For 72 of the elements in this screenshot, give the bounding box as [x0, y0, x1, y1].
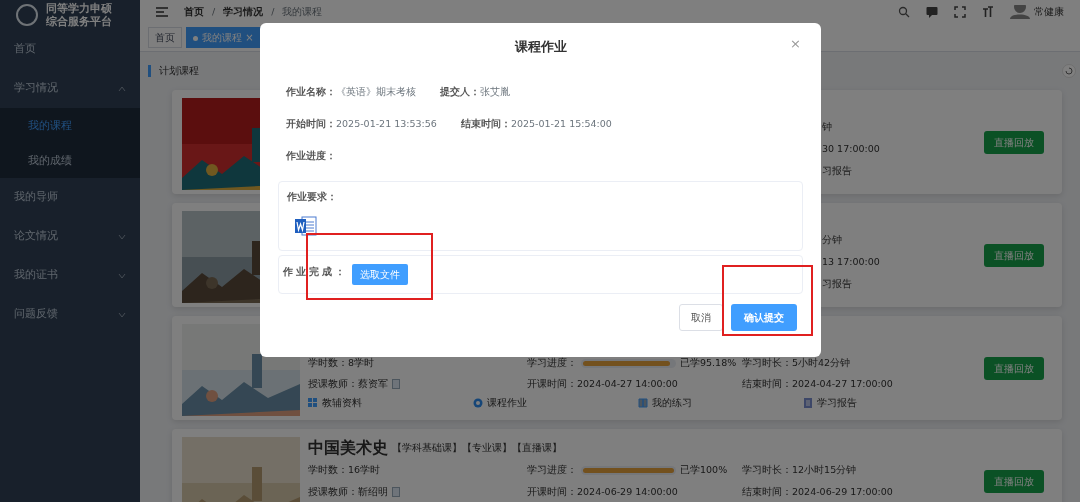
breadcrumb-item: 我的课程 [282, 4, 323, 19]
refresh-icon[interactable] [1062, 64, 1076, 78]
choose-file-button[interactable]: 选取文件 [352, 264, 408, 285]
breadcrumb-separator: / [212, 4, 216, 19]
book-icon[interactable] [638, 398, 648, 409]
search-icon[interactable] [898, 6, 910, 18]
fullscreen-icon[interactable] [954, 6, 966, 18]
replay-button[interactable]: 直播回放 [984, 130, 1044, 154]
field-value: 2025-01-21 15:54:00 [510, 117, 612, 131]
avatar-icon[interactable] [1010, 5, 1030, 19]
course-hours: 学时数：16学时 [308, 462, 382, 477]
course-title: 中国美术史 [308, 437, 388, 459]
course-info-text: 习报告 [822, 277, 853, 291]
start-time: 开课时间：2024-06-29 14:00:00 [527, 484, 679, 499]
course-tags: 【学科基础课】【专业课】【直播课】 [392, 440, 562, 456]
teacher-name: 授课教师：蔡资军 [308, 377, 388, 392]
field-label: 作业名称： [286, 85, 336, 99]
font-size-icon[interactable] [982, 6, 994, 18]
course-link[interactable]: 学习报告 [817, 396, 857, 411]
word-file-icon[interactable] [295, 216, 317, 237]
replay-button[interactable]: 直播回放 [984, 356, 1044, 380]
document-icon[interactable] [803, 398, 813, 409]
replay-button[interactable]: 直播回放 [984, 469, 1044, 493]
submit-button[interactable]: 确认提交 [731, 304, 797, 331]
progress-label: 学习进度： [527, 356, 577, 371]
requirement-label: 作业要求： [287, 190, 338, 204]
field-value: 《英语》期末考核 [336, 85, 416, 99]
submenu-item[interactable]: 我的成绩 [0, 143, 140, 178]
course-link[interactable]: 教辅资料 [322, 396, 362, 411]
grid-icon[interactable] [308, 398, 318, 409]
field-label: 结束时间： [460, 117, 511, 131]
circle-icon[interactable] [473, 398, 483, 409]
menu-icon[interactable] [156, 7, 168, 17]
start-time: 开课时间：2024-04-27 14:00:00 [527, 377, 679, 392]
field-label: 提交人： [440, 85, 480, 99]
breadcrumb-separator: / [271, 4, 275, 19]
menu-item[interactable]: 首页 [0, 30, 140, 69]
course-info-text: 习报告 [822, 164, 853, 178]
progress-label: 学习进度： [527, 462, 577, 477]
section-title: 计划课程 [159, 63, 199, 78]
brand-name: 同等学力申硕 综合服务平台 [46, 2, 112, 28]
end-time: 结束时间：2024-06-29 17:00:00 [742, 484, 894, 499]
study-duration: 学习时长：12小时15分钟 [742, 462, 858, 477]
dialog-title: 课程作业 [514, 38, 567, 56]
replay-button[interactable]: 直播回放 [984, 243, 1044, 267]
course-info-text: 分钟 [822, 233, 843, 247]
breadcrumb-link[interactable]: 学习情况 [223, 4, 264, 20]
message-icon[interactable] [926, 6, 938, 18]
course-info-text: 钟 [822, 120, 833, 134]
submenu-item[interactable]: 我的课程 [0, 108, 140, 143]
teacher-name: 授课教师：靳绍明 [308, 484, 388, 499]
course-link[interactable]: 我的练习 [652, 396, 692, 411]
course-link[interactable]: 课程作业 [487, 396, 527, 411]
field-label: 开始时间： [286, 117, 336, 131]
progress-reading: 已学95.18% [680, 356, 737, 371]
document-icon[interactable] [392, 379, 400, 390]
study-duration: 学习时长：5小时42分钟 [742, 356, 852, 371]
logo-icon [16, 4, 38, 26]
progress-reading: 已学100% [680, 462, 728, 477]
field-value: 张艾胤 [480, 85, 510, 99]
field-label: 作业进度： [286, 149, 336, 163]
tab[interactable]: 我的课程 × [186, 27, 261, 48]
course-info-text: 30 17:00:00 [822, 142, 880, 156]
tab[interactable]: 首页 [148, 27, 182, 48]
breadcrumb-link[interactable]: 首页 [184, 4, 204, 20]
user-name[interactable]: 常健康 [1034, 4, 1064, 20]
course-info-text: 13 17:00:00 [822, 255, 880, 269]
field-value: 2025-01-21 13:53:56 [336, 117, 437, 131]
end-time: 结束时间：2024-04-27 17:00:00 [742, 377, 894, 392]
course-hours: 学时数：8学时 [308, 356, 376, 371]
cancel-button[interactable]: 取消 [679, 304, 723, 331]
close-button[interactable]: × [784, 33, 807, 55]
